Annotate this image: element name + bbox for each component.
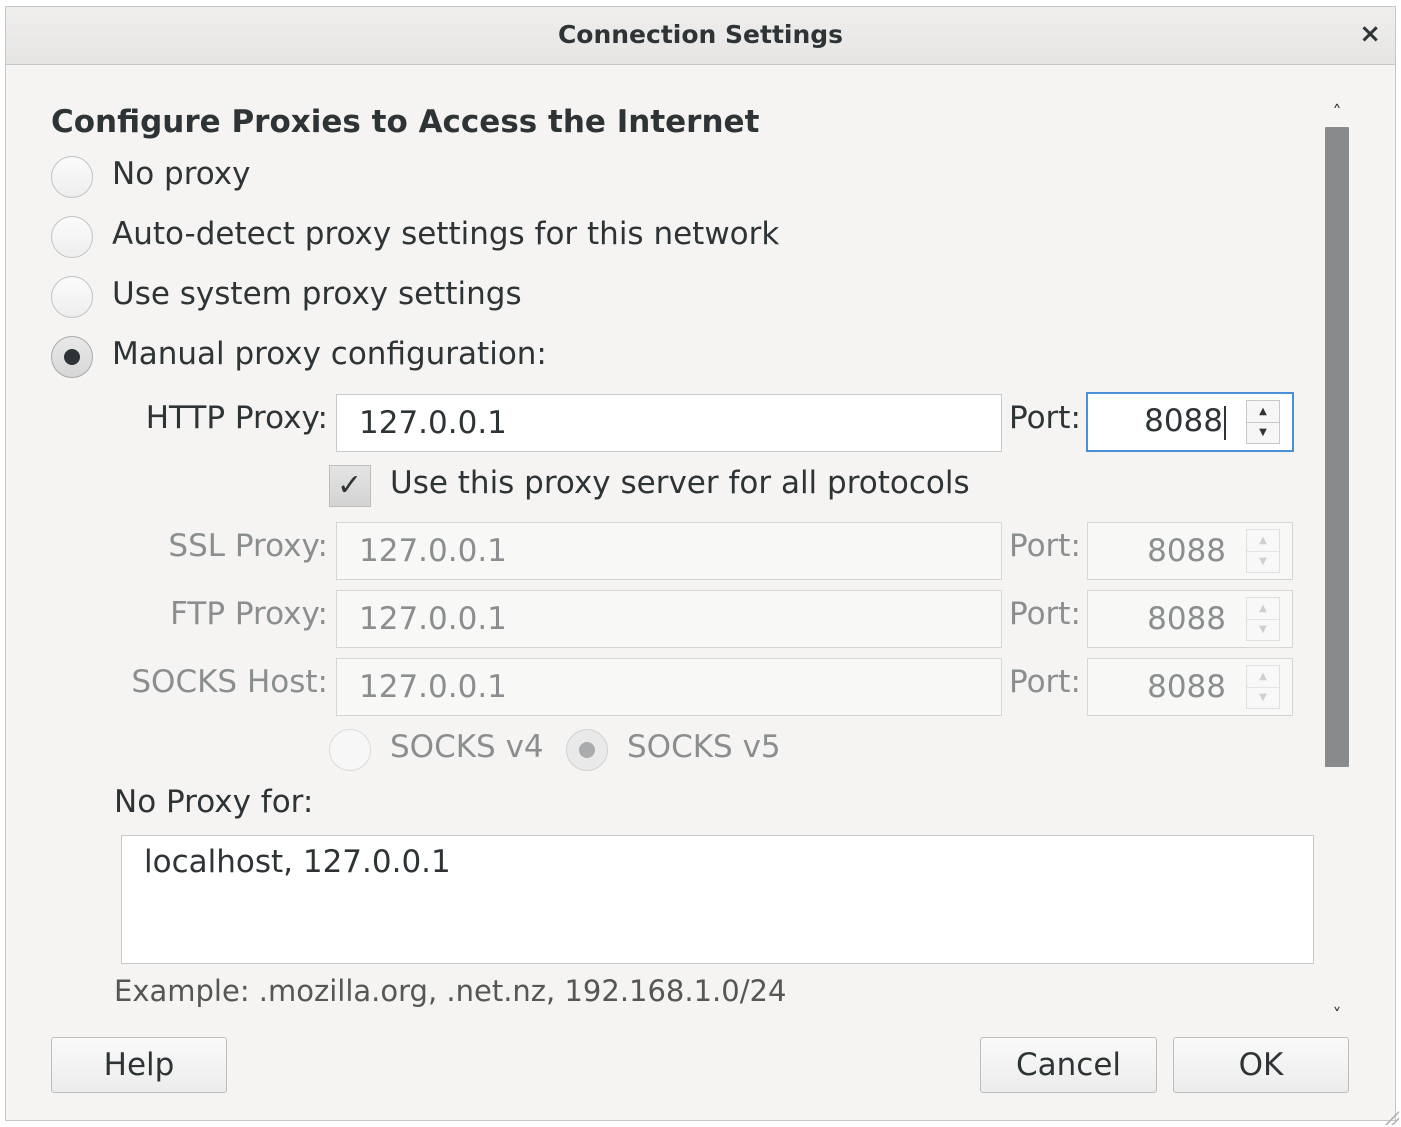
help-button[interactable]: Help: [51, 1037, 227, 1093]
ftp-proxy-input[interactable]: 127.0.0.1: [336, 590, 1002, 648]
http-port-value: 8088: [1144, 394, 1226, 448]
checkmark-icon: ✓: [337, 468, 363, 503]
no-proxy-label[interactable]: No proxy: [112, 156, 250, 192]
spin-down-icon[interactable]: ▼: [1247, 619, 1279, 640]
scroll-up-icon[interactable]: ˄: [1322, 102, 1352, 123]
socks-host-label: SOCKS Host:: [131, 664, 328, 700]
ftp-port-spin: ▲ ▼: [1246, 597, 1280, 641]
spin-down-icon[interactable]: ▼: [1247, 687, 1279, 708]
ok-button[interactable]: OK: [1173, 1037, 1349, 1093]
spin-down-icon[interactable]: ▼: [1247, 551, 1279, 572]
http-port-stepper[interactable]: 8088 ▲ ▼: [1086, 392, 1294, 452]
radio-socks-v5[interactable]: [566, 729, 608, 771]
window-title: Connection Settings: [557, 20, 844, 49]
close-icon[interactable]: ×: [1359, 21, 1381, 47]
ssl-port-label: Port:: [1009, 528, 1081, 564]
socks-v5-label[interactable]: SOCKS v5: [627, 729, 781, 765]
http-port-spin: ▲ ▼: [1246, 400, 1280, 444]
http-port-label: Port:: [1009, 400, 1081, 436]
radio-selected-dot: [579, 742, 595, 758]
ssl-port-value: 8088: [1147, 533, 1226, 569]
radio-no-proxy[interactable]: [51, 156, 93, 198]
socks-port-spin: ▲ ▼: [1246, 665, 1280, 709]
manual-proxy-label[interactable]: Manual proxy configuration:: [112, 336, 547, 372]
ssl-proxy-input[interactable]: 127.0.0.1: [336, 522, 1002, 580]
no-proxy-for-label: No Proxy for:: [114, 784, 314, 820]
radio-socks-v4[interactable]: [329, 729, 371, 771]
http-proxy-input[interactable]: 127.0.0.1: [336, 394, 1002, 452]
ftp-port-value: 8088: [1147, 601, 1226, 637]
ssl-port-stepper[interactable]: 8088 ▲ ▼: [1087, 522, 1293, 580]
auto-detect-label[interactable]: Auto-detect proxy settings for this netw…: [112, 216, 779, 252]
radio-manual-proxy[interactable]: [51, 336, 93, 378]
ftp-port-stepper[interactable]: 8088 ▲ ▼: [1087, 590, 1293, 648]
resize-grip-icon[interactable]: [1383, 1109, 1399, 1125]
socks-port-label: Port:: [1009, 664, 1081, 700]
title-bar[interactable]: Connection Settings ×: [6, 7, 1395, 65]
socks-port-value: 8088: [1147, 669, 1226, 705]
section-heading: Configure Proxies to Access the Internet: [51, 104, 760, 140]
use-for-all-checkbox[interactable]: ✓: [329, 465, 371, 507]
use-for-all-label[interactable]: Use this proxy server for all protocols: [390, 465, 970, 501]
content-scrollbar[interactable]: ˄ ˅: [1322, 100, 1352, 1026]
spin-down-icon[interactable]: ▼: [1247, 422, 1279, 443]
spin-up-icon[interactable]: ▲: [1247, 598, 1279, 620]
ssl-proxy-label: SSL Proxy:: [168, 528, 328, 564]
http-proxy-label: HTTP Proxy:: [145, 400, 328, 436]
spin-up-icon[interactable]: ▲: [1247, 401, 1279, 423]
ftp-proxy-label: FTP Proxy:: [170, 596, 328, 632]
socks-host-input[interactable]: 127.0.0.1: [336, 658, 1002, 716]
spin-up-icon[interactable]: ▲: [1247, 666, 1279, 688]
socks-port-stepper[interactable]: 8088 ▲ ▼: [1087, 658, 1293, 716]
cancel-button[interactable]: Cancel: [980, 1037, 1157, 1093]
radio-auto-detect[interactable]: [51, 216, 93, 258]
radio-selected-dot: [64, 349, 80, 365]
no-proxy-textarea[interactable]: localhost, 127.0.0.1: [121, 835, 1314, 964]
no-proxy-example: Example: .mozilla.org, .net.nz, 192.168.…: [114, 974, 787, 1008]
system-proxy-label[interactable]: Use system proxy settings: [112, 276, 522, 312]
scroll-down-icon[interactable]: ˅: [1322, 1005, 1352, 1026]
ssl-port-spin: ▲ ▼: [1246, 529, 1280, 573]
socks-v4-label[interactable]: SOCKS v4: [390, 729, 544, 765]
ftp-port-label: Port:: [1009, 596, 1081, 632]
spin-up-icon[interactable]: ▲: [1247, 530, 1279, 552]
scroll-thumb[interactable]: [1325, 127, 1349, 767]
radio-system-proxy[interactable]: [51, 276, 93, 318]
